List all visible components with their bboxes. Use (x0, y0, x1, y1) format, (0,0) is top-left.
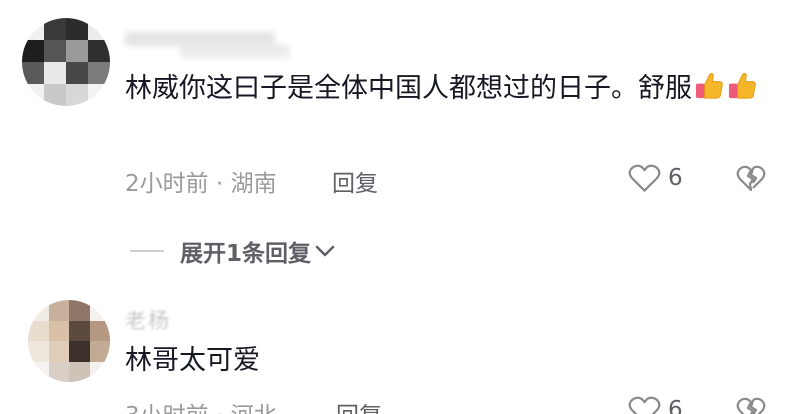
comment-location: 河北 (231, 403, 277, 414)
heart-icon (628, 164, 661, 192)
expand-replies-label: 展开1条回复 (180, 241, 312, 267)
like-count: 6 (668, 165, 683, 191)
comment-time: 3小时前 (125, 403, 209, 414)
dislike-button[interactable] (736, 164, 766, 196)
heart-icon (628, 396, 661, 414)
comment-time: 2小时前 (125, 171, 209, 197)
like-button[interactable]: 6 (628, 163, 683, 193)
comment-text: 林威你这曰子是全体中国人都想过的日子。舒服 (125, 68, 765, 109)
comment-text: 林哥太可爱 (125, 340, 765, 381)
broken-heart-icon (736, 397, 766, 414)
avatar[interactable] (28, 300, 110, 382)
reply-button[interactable]: 回复 (336, 396, 382, 414)
broken-heart-icon (736, 165, 766, 192)
divider-line (130, 250, 164, 252)
comment-location: 湖南 (230, 171, 277, 197)
comment-list: 林威你这曰子是全体中国人都想过的日子。舒服 2小时前 · 湖南 回复 6 展开1… (0, 0, 800, 414)
dislike-button[interactable] (736, 396, 766, 414)
username-blurred (180, 44, 290, 58)
comment-meta: 2小时前 · 湖南 (125, 164, 277, 198)
chevron-down-icon (315, 245, 335, 257)
avatar[interactable] (22, 18, 110, 106)
thumbs-up-icon (695, 72, 723, 99)
thumbs-up-icon (728, 72, 756, 99)
expand-replies-button[interactable]: 展开1条回复 (130, 234, 335, 268)
meta-separator: · (215, 171, 224, 197)
comment-text-content: 林威你这曰子是全体中国人都想过的日子。舒服 (125, 73, 692, 104)
reply-button[interactable]: 回复 (332, 164, 378, 198)
comment-meta: 3小时前 · 河北 (125, 396, 277, 414)
comment-text-content: 林哥太可爱 (125, 345, 260, 376)
like-button[interactable]: 6 (628, 395, 683, 414)
meta-separator: · (216, 403, 223, 414)
like-count: 6 (668, 397, 683, 414)
username[interactable]: 老杨 (125, 305, 171, 335)
